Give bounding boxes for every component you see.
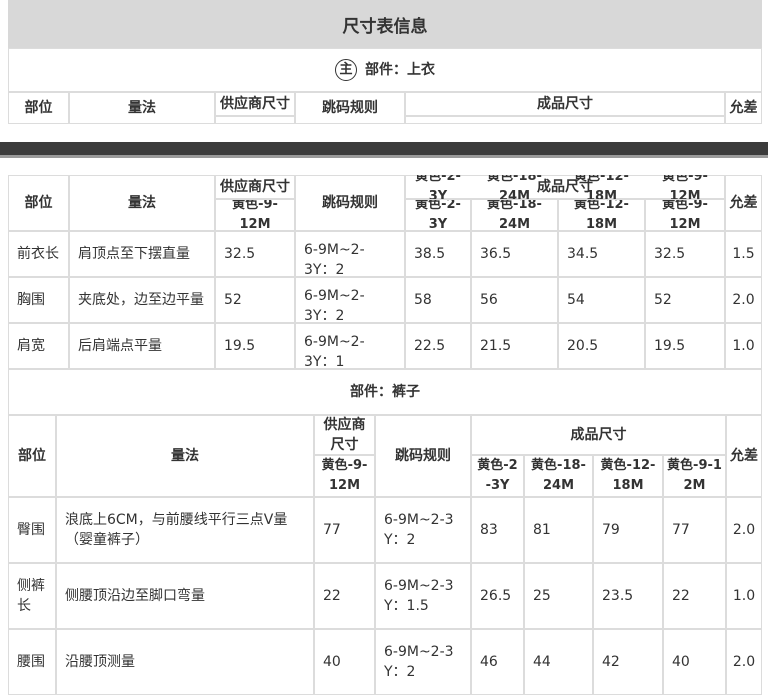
t2-cell-method: 沿腰顶测量 xyxy=(56,629,314,695)
t1-cell-rule: 6-9M~2-3Y：2 xyxy=(295,231,405,277)
header-supplier: 供应商尺寸 xyxy=(215,92,295,116)
t1-size-header: 黄色-2-3Y xyxy=(405,199,471,231)
t2-cell-value: 77 xyxy=(663,497,726,563)
t2-cell-tolerance: 2.0 xyxy=(726,629,762,695)
t2-size-header: 黄色-12-18M xyxy=(593,455,663,497)
t1-cell-method: 后肩端点平量 xyxy=(69,323,215,369)
t2-cell-supplier: 22 xyxy=(314,563,375,629)
t1-size-header: 黄色-12-18M xyxy=(558,199,645,231)
t1-cell-method: 夹底处，边至边平量 xyxy=(69,277,215,323)
t1-cell-part: 肩宽 xyxy=(8,323,69,369)
t1-cell-method: 肩顶点至下摆直量 xyxy=(69,231,215,277)
t1-cell-value: 21.5 xyxy=(471,323,558,369)
t2-size-header: 黄色-18-24M xyxy=(524,455,593,497)
t2-cell-part: 腰围 xyxy=(8,629,56,695)
t1-cell-value: 38.5 xyxy=(405,231,471,277)
t2-cell-value: 42 xyxy=(593,629,663,695)
t2-cell-value: 22 xyxy=(663,563,726,629)
t2-supplier-size: 黄色-9-12M xyxy=(314,455,375,497)
t2-cell-method: 浪底上6CM，与前腰线平行三点V量（婴童裤子） xyxy=(56,497,314,563)
t2-cell-supplier: 77 xyxy=(314,497,375,563)
main-badge-icon: 主 xyxy=(335,59,357,81)
t1-cell-value: 36.5 xyxy=(471,231,558,277)
header-finished: 成品尺寸 xyxy=(405,92,725,116)
t1-cell-part: 前衣长 xyxy=(8,231,69,277)
t2-header-tolerance: 允差 xyxy=(726,415,762,497)
header-finished-sub xyxy=(405,116,725,124)
t2-header-rule: 跳码规则 xyxy=(375,415,471,497)
t1-header-tolerance: 允差 xyxy=(725,175,762,231)
t1-overlap-size: 黄色-2-3Y xyxy=(415,175,461,199)
t2-cell-part: 侧裤长 xyxy=(8,563,56,629)
t1-cell-value: 20.5 xyxy=(558,323,645,369)
t1-cell-value: 22.5 xyxy=(405,323,471,369)
part-label-top: 主 部件：上衣 xyxy=(8,48,762,92)
header-supplier-sub xyxy=(215,116,295,124)
t1-size-header: 黄色-9-12M xyxy=(645,199,725,231)
t2-cell-value: 83 xyxy=(471,497,524,563)
t1-cell-value: 34.5 xyxy=(558,231,645,277)
t1-cell-supplier: 52 xyxy=(215,277,295,323)
header-rule: 跳码规则 xyxy=(295,92,405,124)
t2-cell-method: 侧腰顶沿边至脚口弯量 xyxy=(56,563,314,629)
t1-overlap-size: 黄色-18-24M xyxy=(487,175,542,199)
t2-size-header: 黄色-9-12M xyxy=(663,455,726,497)
t2-header-finished: 成品尺寸 xyxy=(471,415,726,455)
t2-cell-value: 26.5 xyxy=(471,563,524,629)
t2-cell-value: 23.5 xyxy=(593,563,663,629)
t1-cell-tolerance: 1.0 xyxy=(725,323,762,369)
t2-cell-tolerance: 2.0 xyxy=(726,497,762,563)
t2-header-supplier: 供应商尺寸 xyxy=(314,415,375,455)
part-label-text: 部件：上衣 xyxy=(365,62,435,78)
t1-cell-value: 52 xyxy=(645,277,725,323)
t1-size-header: 黄色-18-24M xyxy=(471,199,558,231)
t2-header-method: 量法 xyxy=(56,415,314,497)
t1-cell-tolerance: 1.5 xyxy=(725,231,762,277)
header-tolerance: 允差 xyxy=(725,92,762,124)
t1-cell-value: 56 xyxy=(471,277,558,323)
t1-overlap-size: 黄色-9-12M xyxy=(662,175,708,199)
t2-size-header: 黄色-2-3Y xyxy=(471,455,524,497)
t1-header-rule: 跳码规则 xyxy=(295,175,405,231)
header-part: 部位 xyxy=(8,92,69,124)
t1-cell-part: 胸围 xyxy=(8,277,69,323)
t1-header-method: 量法 xyxy=(69,175,215,231)
t1-header-part: 部位 xyxy=(8,175,69,231)
t1-cell-value: 54 xyxy=(558,277,645,323)
t2-cell-rule: 6-9M~2-3Y：2 xyxy=(375,629,471,695)
t1-cell-value: 32.5 xyxy=(645,231,725,277)
t2-cell-part: 臀围 xyxy=(8,497,56,563)
t1-supplier-size: 黄色-9-12M xyxy=(215,199,295,231)
t1-header-supplier: 供应商尺寸 xyxy=(215,175,295,199)
t1-cell-rule: 6-9M~2-3Y：2 xyxy=(295,277,405,323)
t1-cell-supplier: 19.5 xyxy=(215,323,295,369)
t2-cell-value: 81 xyxy=(524,497,593,563)
t1-overlap-size: 黄色-12-18M xyxy=(574,175,629,199)
header-method: 量法 xyxy=(69,92,215,124)
t2-cell-value: 46 xyxy=(471,629,524,695)
t2-cell-value: 44 xyxy=(524,629,593,695)
t1-cell-value: 58 xyxy=(405,277,471,323)
t2-cell-value: 40 xyxy=(663,629,726,695)
t1-cell-value: 19.5 xyxy=(645,323,725,369)
t1-cell-supplier: 32.5 xyxy=(215,231,295,277)
t2-cell-supplier: 40 xyxy=(314,629,375,695)
t2-cell-rule: 6-9M~2-3Y：1.5 xyxy=(375,563,471,629)
page-title: 尺寸表信息 xyxy=(8,0,762,48)
t2-cell-tolerance: 1.0 xyxy=(726,563,762,629)
t2-header-part: 部位 xyxy=(8,415,56,497)
t2-cell-value: 79 xyxy=(593,497,663,563)
part-label-pants: 部件：裤子 xyxy=(8,369,762,415)
section-divider xyxy=(0,142,768,158)
t1-cell-tolerance: 2.0 xyxy=(725,277,762,323)
t2-cell-value: 25 xyxy=(524,563,593,629)
t1-cell-rule: 6-9M~2-3Y：1 xyxy=(295,323,405,369)
t2-cell-rule: 6-9M~2-3Y：2 xyxy=(375,497,471,563)
